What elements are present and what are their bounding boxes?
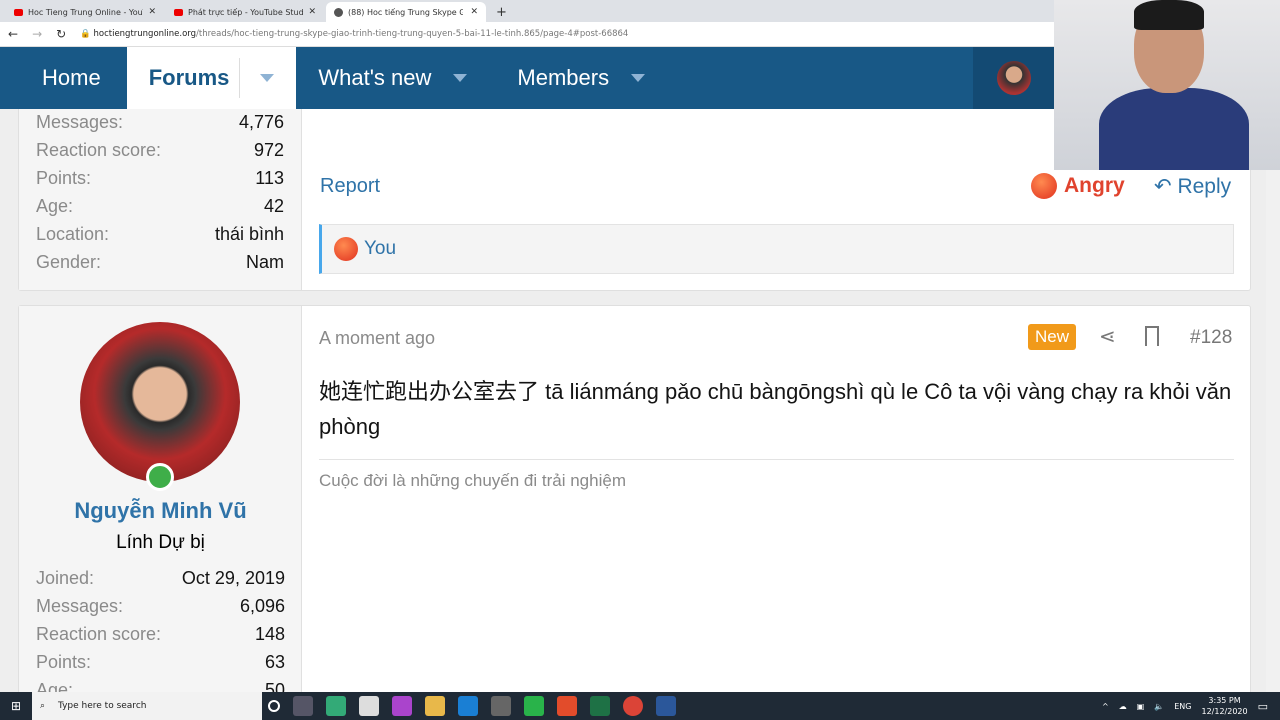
webcam-overlay (1054, 0, 1280, 170)
nav-home[interactable]: Home (0, 47, 127, 109)
post-number[interactable]: #128 (1190, 327, 1232, 349)
taskbar-search[interactable]: ⌕ Type here to search (32, 692, 262, 720)
reply-button[interactable]: ↶ Reply (1154, 174, 1231, 199)
new-badge: New (1028, 324, 1077, 350)
nav-forums-label: Forums (148, 65, 230, 90)
reaction-button[interactable]: Angry (1031, 173, 1125, 199)
search-icon: ⌕ (40, 701, 46, 711)
user-title: Lính Dự bị (116, 532, 205, 553)
report-link[interactable]: Report (320, 175, 380, 198)
camtasia-icon[interactable] (524, 696, 544, 716)
onedrive-icon[interactable]: ☁ (1119, 702, 1127, 711)
close-tab-icon[interactable]: ✕ (470, 7, 478, 17)
stat-row: Gender: Nam (36, 251, 284, 272)
url-input[interactable]: 🔒 hoctiengtrungonline.org/threads/hoc-ti… (80, 29, 628, 39)
stat-row: Messages: 6,096 (36, 595, 285, 616)
youtube-icon (174, 8, 183, 16)
avatar (996, 61, 1031, 95)
nav-members[interactable]: Members (489, 47, 667, 109)
angry-emoji-icon (1031, 173, 1057, 199)
reactions-bar[interactable]: You (319, 224, 1234, 274)
nav-whats-new-label: What's new (318, 65, 432, 90)
nav-forums[interactable]: Forums (126, 47, 297, 109)
app-icon[interactable] (392, 696, 412, 716)
volume-icon[interactable]: 🔈 (1154, 702, 1164, 711)
reload-icon[interactable]: ↻ (56, 27, 66, 41)
chevron-up-icon[interactable]: ^ (1102, 702, 1109, 711)
back-icon[interactable]: ← (8, 27, 18, 41)
online-status-icon (146, 463, 174, 491)
stat-row: Reaction score: 972 (36, 139, 284, 160)
divider (319, 459, 1234, 460)
globe-icon (334, 7, 343, 17)
stat-row: Points: 63 (36, 651, 285, 672)
chrome-icon[interactable] (623, 696, 643, 716)
tab-youtube-studio[interactable]: Phát trực tiếp - YouTube Studio ✕ (166, 2, 324, 22)
reply-icon: ↶ (1154, 175, 1172, 198)
stat-row: Points: 113 (36, 167, 284, 188)
network-icon[interactable]: ▣ (1137, 702, 1145, 711)
clock[interactable]: 3:35 PM 12/12/2020 (1201, 695, 1247, 717)
notifications-icon[interactable]: ▭ (1258, 700, 1268, 713)
share-icon[interactable]: ⋖ (1099, 324, 1116, 348)
thread-content: Messages: 4,776 Reaction score: 972 Points… (0, 109, 1280, 692)
nav-whats-new[interactable]: What's new (296, 47, 489, 109)
webcam-person (1099, 88, 1249, 170)
language-indicator[interactable]: ENG (1174, 702, 1191, 711)
youtube-icon (14, 8, 23, 16)
file-explorer-icon[interactable] (425, 696, 445, 716)
windows-start-icon[interactable]: ⊞ (11, 699, 21, 713)
close-tab-icon[interactable]: ✕ (148, 7, 156, 17)
stat-row: Age: 42 (36, 195, 284, 216)
forward-icon[interactable]: → (32, 27, 42, 41)
mail-icon[interactable] (359, 696, 379, 716)
chevron-down-icon[interactable] (631, 74, 646, 82)
post-card: Nguyễn Minh Vũ Lính Dự bị Joined: Oct 29,… (18, 305, 1251, 692)
store-icon[interactable] (326, 696, 346, 716)
bookmark-icon[interactable] (1145, 326, 1159, 346)
excel-icon[interactable] (590, 696, 610, 716)
angry-emoji-icon (334, 237, 358, 261)
stat-row: Age: 50 (36, 679, 285, 693)
app-icon[interactable] (557, 696, 577, 716)
divider (239, 58, 241, 98)
signature: Cuộc đời là những chuyến đi trải nghiệm (319, 471, 626, 490)
nav-members-label: Members (517, 65, 610, 90)
edge-icon[interactable] (458, 696, 478, 716)
stat-row: Reaction score: 148 (36, 623, 285, 644)
app-icon[interactable] (491, 696, 511, 716)
word-icon[interactable] (656, 696, 676, 716)
forum-nav: Home Forums What's new Members (0, 47, 1054, 109)
user-info: Nguyễn Minh Vũ Lính Dự bị Joined: Oct 29,… (19, 306, 302, 692)
system-tray: ^ ☁ ▣ 🔈 ENG 3:35 PM 12/12/2020 ▭ (1102, 692, 1280, 720)
new-tab-button[interactable]: + (488, 2, 515, 22)
cortana-icon[interactable] (268, 700, 280, 712)
scrollbar[interactable] (1266, 109, 1280, 692)
webcam-hair (1134, 0, 1204, 30)
account-avatar[interactable] (973, 47, 1054, 109)
tab-youtube-channel[interactable]: Hoc Tieng Trung Online - YouTube✕ (6, 2, 164, 22)
taskbar-apps (268, 696, 676, 716)
username-link[interactable]: Nguyễn Minh Vũ (19, 498, 302, 524)
user-info: Messages: 4,776 Reaction score: 972 Points… (19, 109, 302, 290)
stat-row: Joined: Oct 29, 2019 (36, 567, 285, 588)
close-tab-icon[interactable]: ✕ (308, 7, 316, 17)
post-time[interactable]: A moment ago (319, 328, 435, 349)
stat-row: Messages: 4,776 (36, 111, 284, 132)
task-view-icon[interactable] (293, 696, 313, 716)
stat-row: Location: thái bình (36, 223, 284, 244)
user-avatar[interactable] (80, 322, 240, 482)
tab-forum-thread[interactable]: (88) Hoc tiếng Trung Skype Giáo✕ (326, 2, 486, 22)
chevron-down-icon[interactable] (260, 74, 275, 82)
taskbar: ⊞ ⌕ Type here to search ^ ☁ ▣ 🔈 ENG 3:35 … (0, 692, 1280, 720)
chevron-down-icon[interactable] (453, 74, 468, 82)
post-body: 她连忙跑出办公室去了 tā liánmáng pǎo chū bàngōngsh… (319, 379, 1232, 439)
